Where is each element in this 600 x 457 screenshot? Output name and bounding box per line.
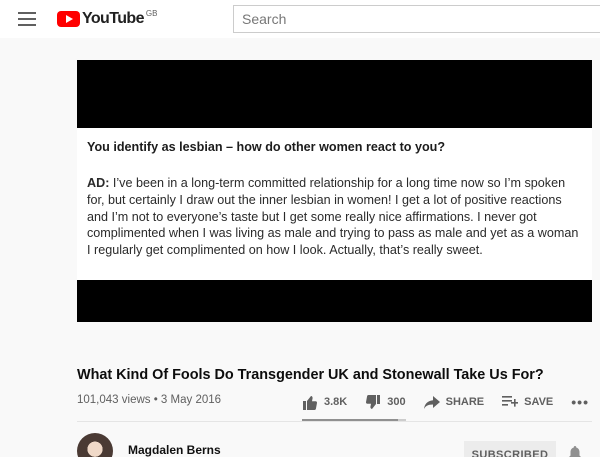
dislike-button[interactable]: 300 — [365, 394, 406, 410]
video-title: What Kind Of Fools Do Transgender UK and… — [77, 367, 544, 383]
channel-name[interactable]: Magdalen Berns — [128, 443, 221, 457]
thumbs-up-icon — [303, 395, 318, 410]
like-count: 3.8K — [324, 396, 348, 408]
dislike-count: 300 — [387, 396, 406, 408]
bell-icon[interactable] — [568, 446, 582, 457]
share-icon — [423, 395, 440, 409]
divider — [77, 421, 592, 422]
frame-answer-speaker: AD: — [87, 176, 110, 190]
video-player[interactable]: You identify as lesbian – how do other w… — [77, 60, 592, 322]
frame-question: You identify as lesbian – how do other w… — [87, 140, 446, 154]
share-button[interactable]: SHARE — [423, 395, 485, 409]
video-frame-text: You identify as lesbian – how do other w… — [77, 128, 592, 280]
thumbs-down-icon — [366, 394, 381, 409]
channel-avatar[interactable] — [77, 433, 113, 457]
save-label: SAVE — [524, 396, 554, 408]
video-actions: 3.8K 300 SHARE SAVE ••• — [302, 393, 589, 411]
logo-text: YouTube — [82, 10, 144, 27]
youtube-logo-icon — [57, 11, 80, 27]
save-playlist-icon — [502, 396, 519, 407]
like-button[interactable]: 3.8K — [302, 395, 347, 410]
view-count-date: 101,043 views • 3 May 2016 — [77, 394, 222, 406]
search-input[interactable] — [234, 6, 600, 32]
save-button[interactable]: SAVE — [502, 396, 553, 408]
region-code: GB — [145, 9, 158, 18]
share-label: SHARE — [445, 396, 485, 408]
search-box — [233, 5, 600, 33]
menu-icon[interactable] — [18, 12, 36, 26]
frame-answer: AD: I’ve been in a long-term committed r… — [87, 175, 582, 259]
frame-answer-text: I’ve been in a long-term committed relat… — [87, 176, 579, 258]
masthead: YouTube GB — [0, 0, 600, 38]
subscribe-button[interactable]: SUBSCRIBED — [464, 441, 556, 457]
youtube-logo[interactable]: YouTube GB — [57, 9, 157, 29]
more-icon[interactable]: ••• — [571, 395, 589, 409]
